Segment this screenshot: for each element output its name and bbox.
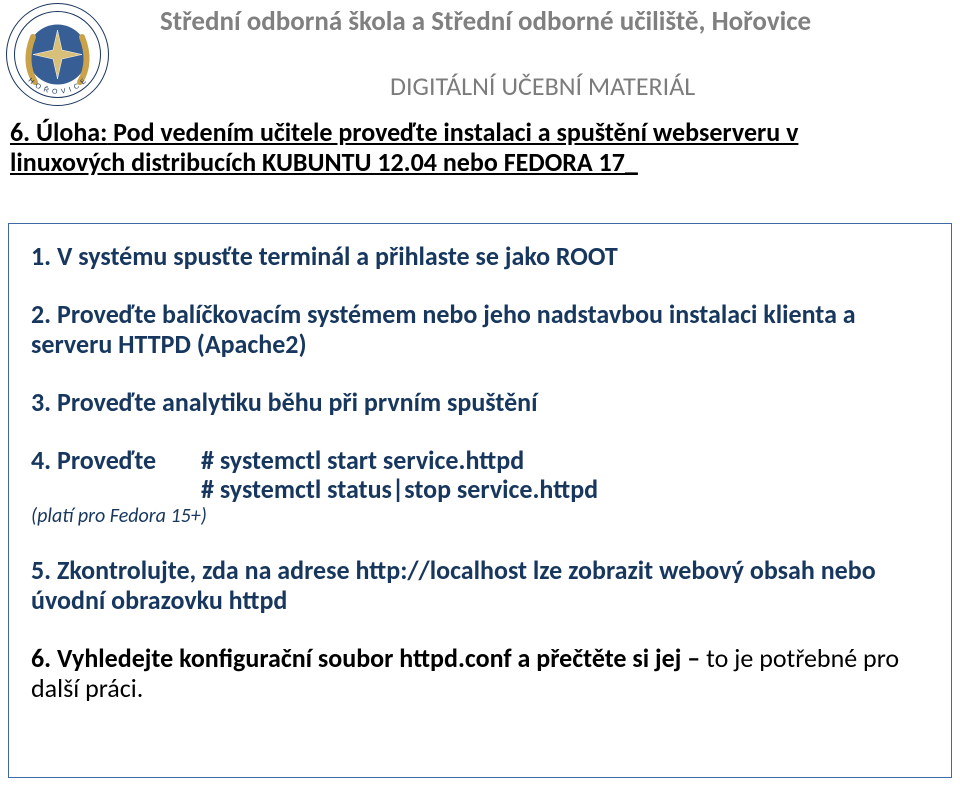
task-heading: 6. Úloha: Pod vedením učitele proveďte i… xyxy=(10,118,950,178)
school-name: Střední odborná škola a Střední odborné … xyxy=(160,5,811,38)
step-4-cmd1: # systemctl start service.httpd xyxy=(201,446,598,476)
school-logo: H O Ř O V I C E xyxy=(5,2,110,107)
step-6-bold: 6. Vyhledejte konfigurační soubor httpd.… xyxy=(31,642,706,674)
document-title: DIGITÁLNÍ UČEBNÍ MATERIÁL xyxy=(390,70,695,102)
step-5: 5. Zkontrolujte, zda na adrese http://lo… xyxy=(31,556,929,616)
step-3: 3. Proveďte analytiku běhu při prvním sp… xyxy=(31,388,929,418)
task-prefix: 6. Úloha: xyxy=(10,116,107,148)
page: H O Ř O V I C E Střední odborná škola a … xyxy=(0,0,960,787)
step-4-cmd2: # systemctl status|stop service.httpd xyxy=(201,475,598,505)
task-line1-rest: Pod vedením učitele proveďte instalaci a… xyxy=(107,116,798,148)
step-6: 6. Vyhledejte konfigurační soubor httpd.… xyxy=(31,644,929,704)
step-4: 4. Proveďte # systemctl start service.ht… xyxy=(31,446,929,529)
step-4-label: 4. Proveďte xyxy=(31,446,201,476)
step-1: 1. V systému spusťte terminál a přihlast… xyxy=(31,242,929,272)
content-box: 1. V systému spusťte terminál a přihlast… xyxy=(8,223,952,778)
task-line2: linuxových distribucích KUBUNTU 12.04 ne… xyxy=(10,146,638,178)
step-4-note: (platí pro Fedora 15+) xyxy=(31,505,929,528)
step-2: 2. Proveďte balíčkovacím systémem nebo j… xyxy=(31,300,929,360)
